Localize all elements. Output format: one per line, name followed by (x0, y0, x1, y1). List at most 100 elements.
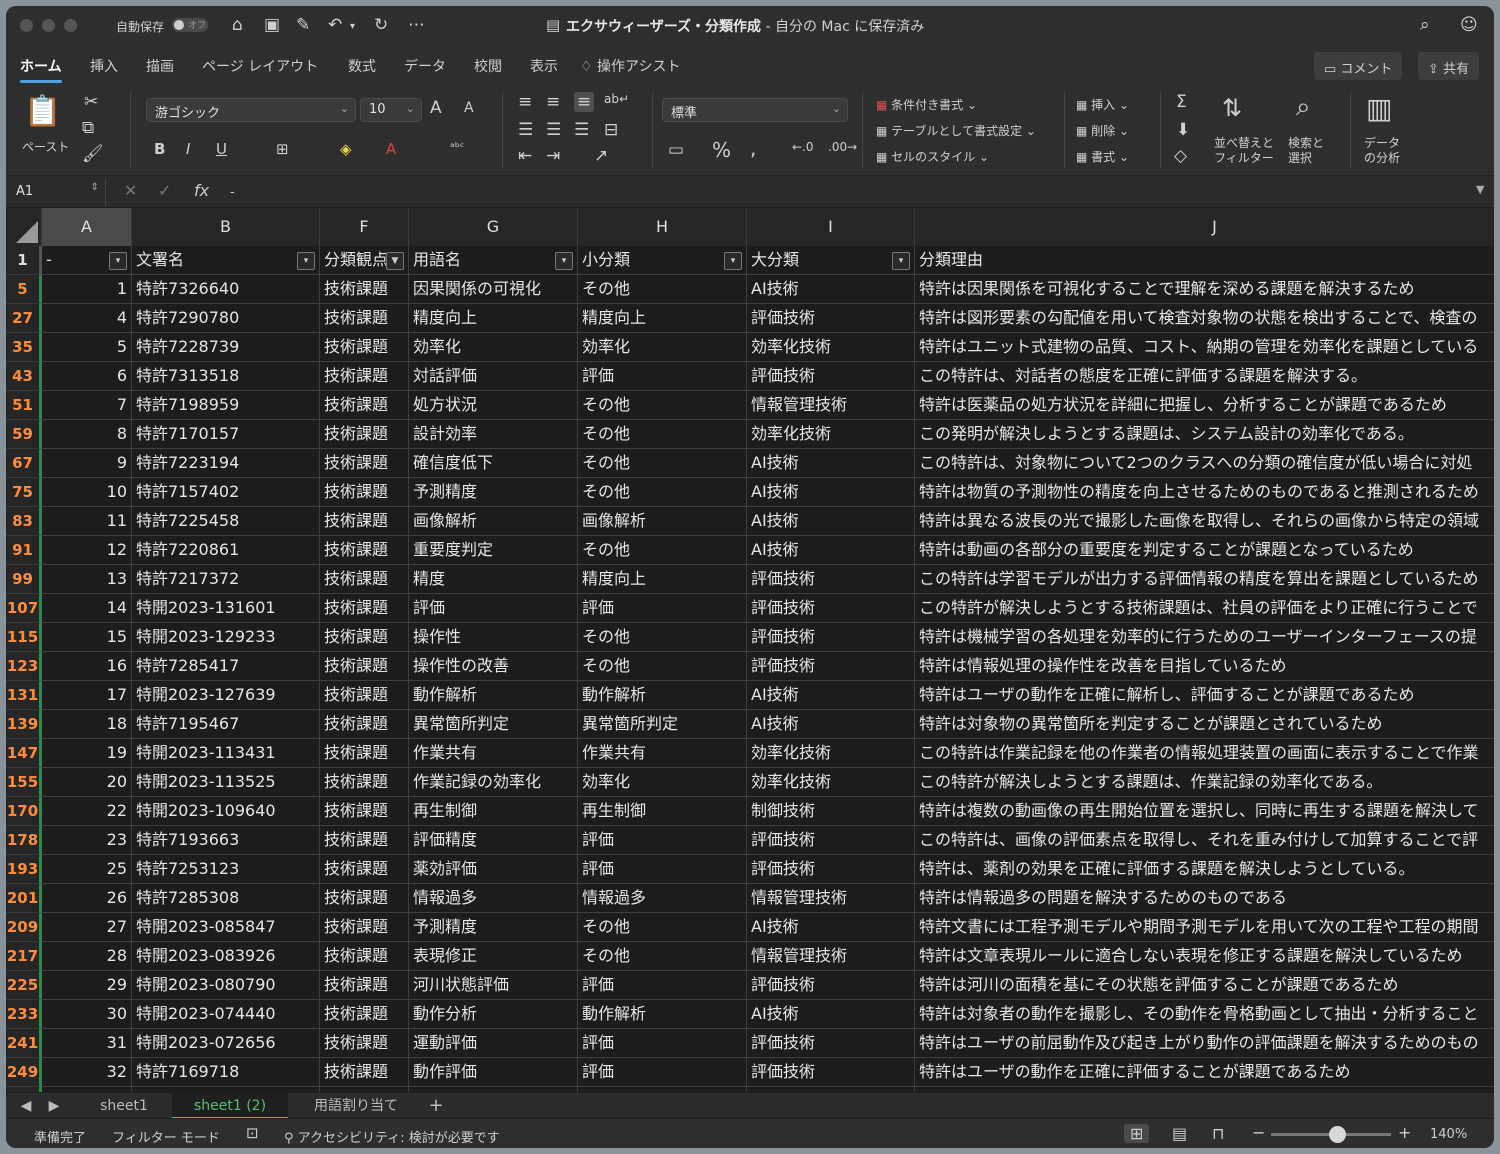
number-format-select[interactable]: 標準 ⌄ (662, 98, 848, 122)
zoom-window-button[interactable] (64, 19, 77, 32)
percent-icon[interactable]: % (712, 138, 731, 162)
cell-f[interactable]: 技術課題 (320, 739, 409, 768)
cell-i[interactable]: 情報管理技術 (747, 942, 915, 971)
cell-g[interactable]: 再生制御 (409, 797, 578, 826)
cell-g[interactable]: 確信度低下 (409, 449, 578, 478)
cell-g[interactable]: 動作評価 (409, 1058, 578, 1087)
cell-g[interactable]: 処方状況 (409, 391, 578, 420)
cell-i[interactable]: 制御技術 (747, 797, 915, 826)
sort-filter-icon[interactable]: ⇅ (1222, 94, 1242, 122)
cell-f[interactable]: 技術課題 (320, 391, 409, 420)
cell-j[interactable]: 特許は機械学習の各処理を効率的に行うためのユーザーインターフェースの提 (915, 623, 1494, 652)
filter-dropdown-icon[interactable]: ▾ (555, 252, 573, 270)
cell-i[interactable]: 評価技術 (747, 855, 915, 884)
cell-j[interactable]: 特許は図形要素の勾配値を用いて検査対象物の状態を検出することで、検査の (915, 304, 1494, 333)
cell-a[interactable]: 1 (42, 275, 132, 304)
cell-j[interactable]: 特許は物質の予測物性の精度を向上させるためのものであると推測されるため (915, 478, 1494, 507)
header-cell-f[interactable]: 分類観点 ▼ (320, 246, 409, 275)
cell-j[interactable]: 特許は複数の動画像の再生開始位置を選択し、同時に再生する課題を解決して (915, 797, 1494, 826)
cell-a[interactable]: 19 (42, 739, 132, 768)
cell-b[interactable]: 特許7253123 (132, 855, 320, 884)
cell-i[interactable]: AI技術 (747, 275, 915, 304)
column-header-g[interactable]: G (409, 208, 578, 246)
cell-a[interactable]: 25 (42, 855, 132, 884)
cell-h[interactable]: その他 (578, 449, 747, 478)
cell-h[interactable]: 動作解析 (578, 1000, 747, 1029)
row-header[interactable]: 5 (6, 275, 42, 304)
cell-f[interactable]: 技術課題 (320, 826, 409, 855)
cell-h[interactable]: その他 (578, 623, 747, 652)
cell-b[interactable]: 特開2023-080790 (132, 971, 320, 1000)
cell-g[interactable]: 異常箇所判定 (409, 710, 578, 739)
cell-i[interactable]: 評価技術 (747, 565, 915, 594)
cell-g[interactable]: 画像解析 (409, 507, 578, 536)
cell-b[interactable]: 特許7170157 (132, 420, 320, 449)
cell-h[interactable]: その他 (578, 942, 747, 971)
tab-tell-me[interactable]: ♢ 操作アシスト (580, 56, 680, 76)
comment-button[interactable]: ▭ コメント (1314, 52, 1403, 80)
row-header[interactable]: 155 (6, 768, 42, 797)
sheet-tab-sheet1[interactable]: sheet1 (78, 1093, 170, 1119)
font-size-select[interactable]: 10 ⌄ (360, 98, 422, 122)
cell-j[interactable]: 特許は動画の各部分の重要度を判定することが課題となっているため (915, 536, 1494, 565)
cell-a[interactable]: 22 (42, 797, 132, 826)
orientation-icon[interactable]: ↗ (594, 146, 608, 166)
cell-g[interactable]: 運動評価 (409, 1029, 578, 1058)
cell-i[interactable]: 評価技術 (747, 304, 915, 333)
accessibility-status[interactable]: ⚲ アクセシビリティ: 検討が必要です (284, 1127, 500, 1146)
cell-a[interactable]: 9 (42, 449, 132, 478)
cell-f[interactable]: 技術課題 (320, 942, 409, 971)
cell-b[interactable]: 特開2023-113525 (132, 768, 320, 797)
italic-icon[interactable]: I (186, 140, 190, 158)
cell-b[interactable]: 特許7313518 (132, 362, 320, 391)
conditional-format-button[interactable]: ▦ 条件付き書式 ⌄ (876, 96, 977, 113)
cell-h[interactable]: 評価 (578, 826, 747, 855)
expand-formula-icon[interactable]: ▼ (1476, 183, 1484, 196)
cell-a[interactable]: 16 (42, 652, 132, 681)
filter-dropdown-icon[interactable]: ▾ (892, 252, 910, 270)
column-header-h[interactable]: H (578, 208, 747, 246)
cell-g[interactable]: 動作分析 (409, 1000, 578, 1029)
row-header[interactable]: 123 (6, 652, 42, 681)
cell-f[interactable]: 技術課題 (320, 275, 409, 304)
decrease-decimal-icon[interactable]: .00→ (828, 140, 857, 154)
cell-h[interactable]: その他 (578, 275, 747, 304)
cell-h[interactable]: 再生制御 (578, 797, 747, 826)
save-icon[interactable]: ▣ (264, 15, 280, 35)
zoom-out-button[interactable]: − (1252, 1123, 1265, 1142)
cell-a[interactable]: 10 (42, 478, 132, 507)
column-header-a[interactable]: A (42, 208, 132, 246)
decrease-font-icon[interactable]: A (464, 100, 474, 116)
fill-color-icon[interactable]: ◈ (340, 140, 352, 158)
cell-i[interactable]: AI技術 (747, 1000, 915, 1029)
cell-g[interactable]: 設計効率 (409, 420, 578, 449)
page-layout-view-icon[interactable]: ▤ (1172, 1124, 1187, 1143)
tab-home[interactable]: ホーム (20, 56, 62, 83)
normal-view-icon[interactable]: ⊞ (1124, 1124, 1150, 1143)
cell-a[interactable]: 32 (42, 1058, 132, 1087)
cell-i[interactable]: 評価技術 (747, 1029, 915, 1058)
cell-h[interactable]: その他 (578, 652, 747, 681)
cell-i[interactable]: 評価技術 (747, 362, 915, 391)
cell-h[interactable]: 効率化 (578, 333, 747, 362)
merge-icon[interactable]: ⊟ (604, 120, 618, 140)
row-header[interactable]: 170 (6, 797, 42, 826)
save-as-icon[interactable]: ✎ (296, 15, 310, 35)
align-top-icon[interactable]: ≡ (518, 92, 532, 112)
find-select-button[interactable]: 検索と 選択 (1288, 136, 1324, 166)
zoom-slider-thumb[interactable] (1329, 1126, 1346, 1143)
underline-icon[interactable]: U (216, 140, 227, 158)
row-header[interactable]: 193 (6, 855, 42, 884)
format-painter-icon[interactable]: 🖌 (82, 144, 104, 164)
cell-g[interactable]: 評価精度 (409, 826, 578, 855)
cell-i[interactable]: AI技術 (747, 478, 915, 507)
align-right-icon[interactable]: ☰ (574, 120, 589, 140)
comma-style-icon[interactable]: , (750, 136, 756, 160)
cell-b[interactable]: 特許7285417 (132, 652, 320, 681)
cell-j[interactable]: 特許は異なる波長の光で撮影した画像を取得し、それらの画像から特定の領域 (915, 507, 1494, 536)
tab-review[interactable]: 校閲 (474, 56, 502, 76)
row-header[interactable]: 59 (6, 420, 42, 449)
cell-g[interactable]: 動作解析 (409, 681, 578, 710)
cell-h[interactable]: 異常箇所判定 (578, 710, 747, 739)
cell-j[interactable]: 特許文書には工程予測モデルや期間予測モデルを用いて次の工程や工程の期間 (915, 913, 1494, 942)
